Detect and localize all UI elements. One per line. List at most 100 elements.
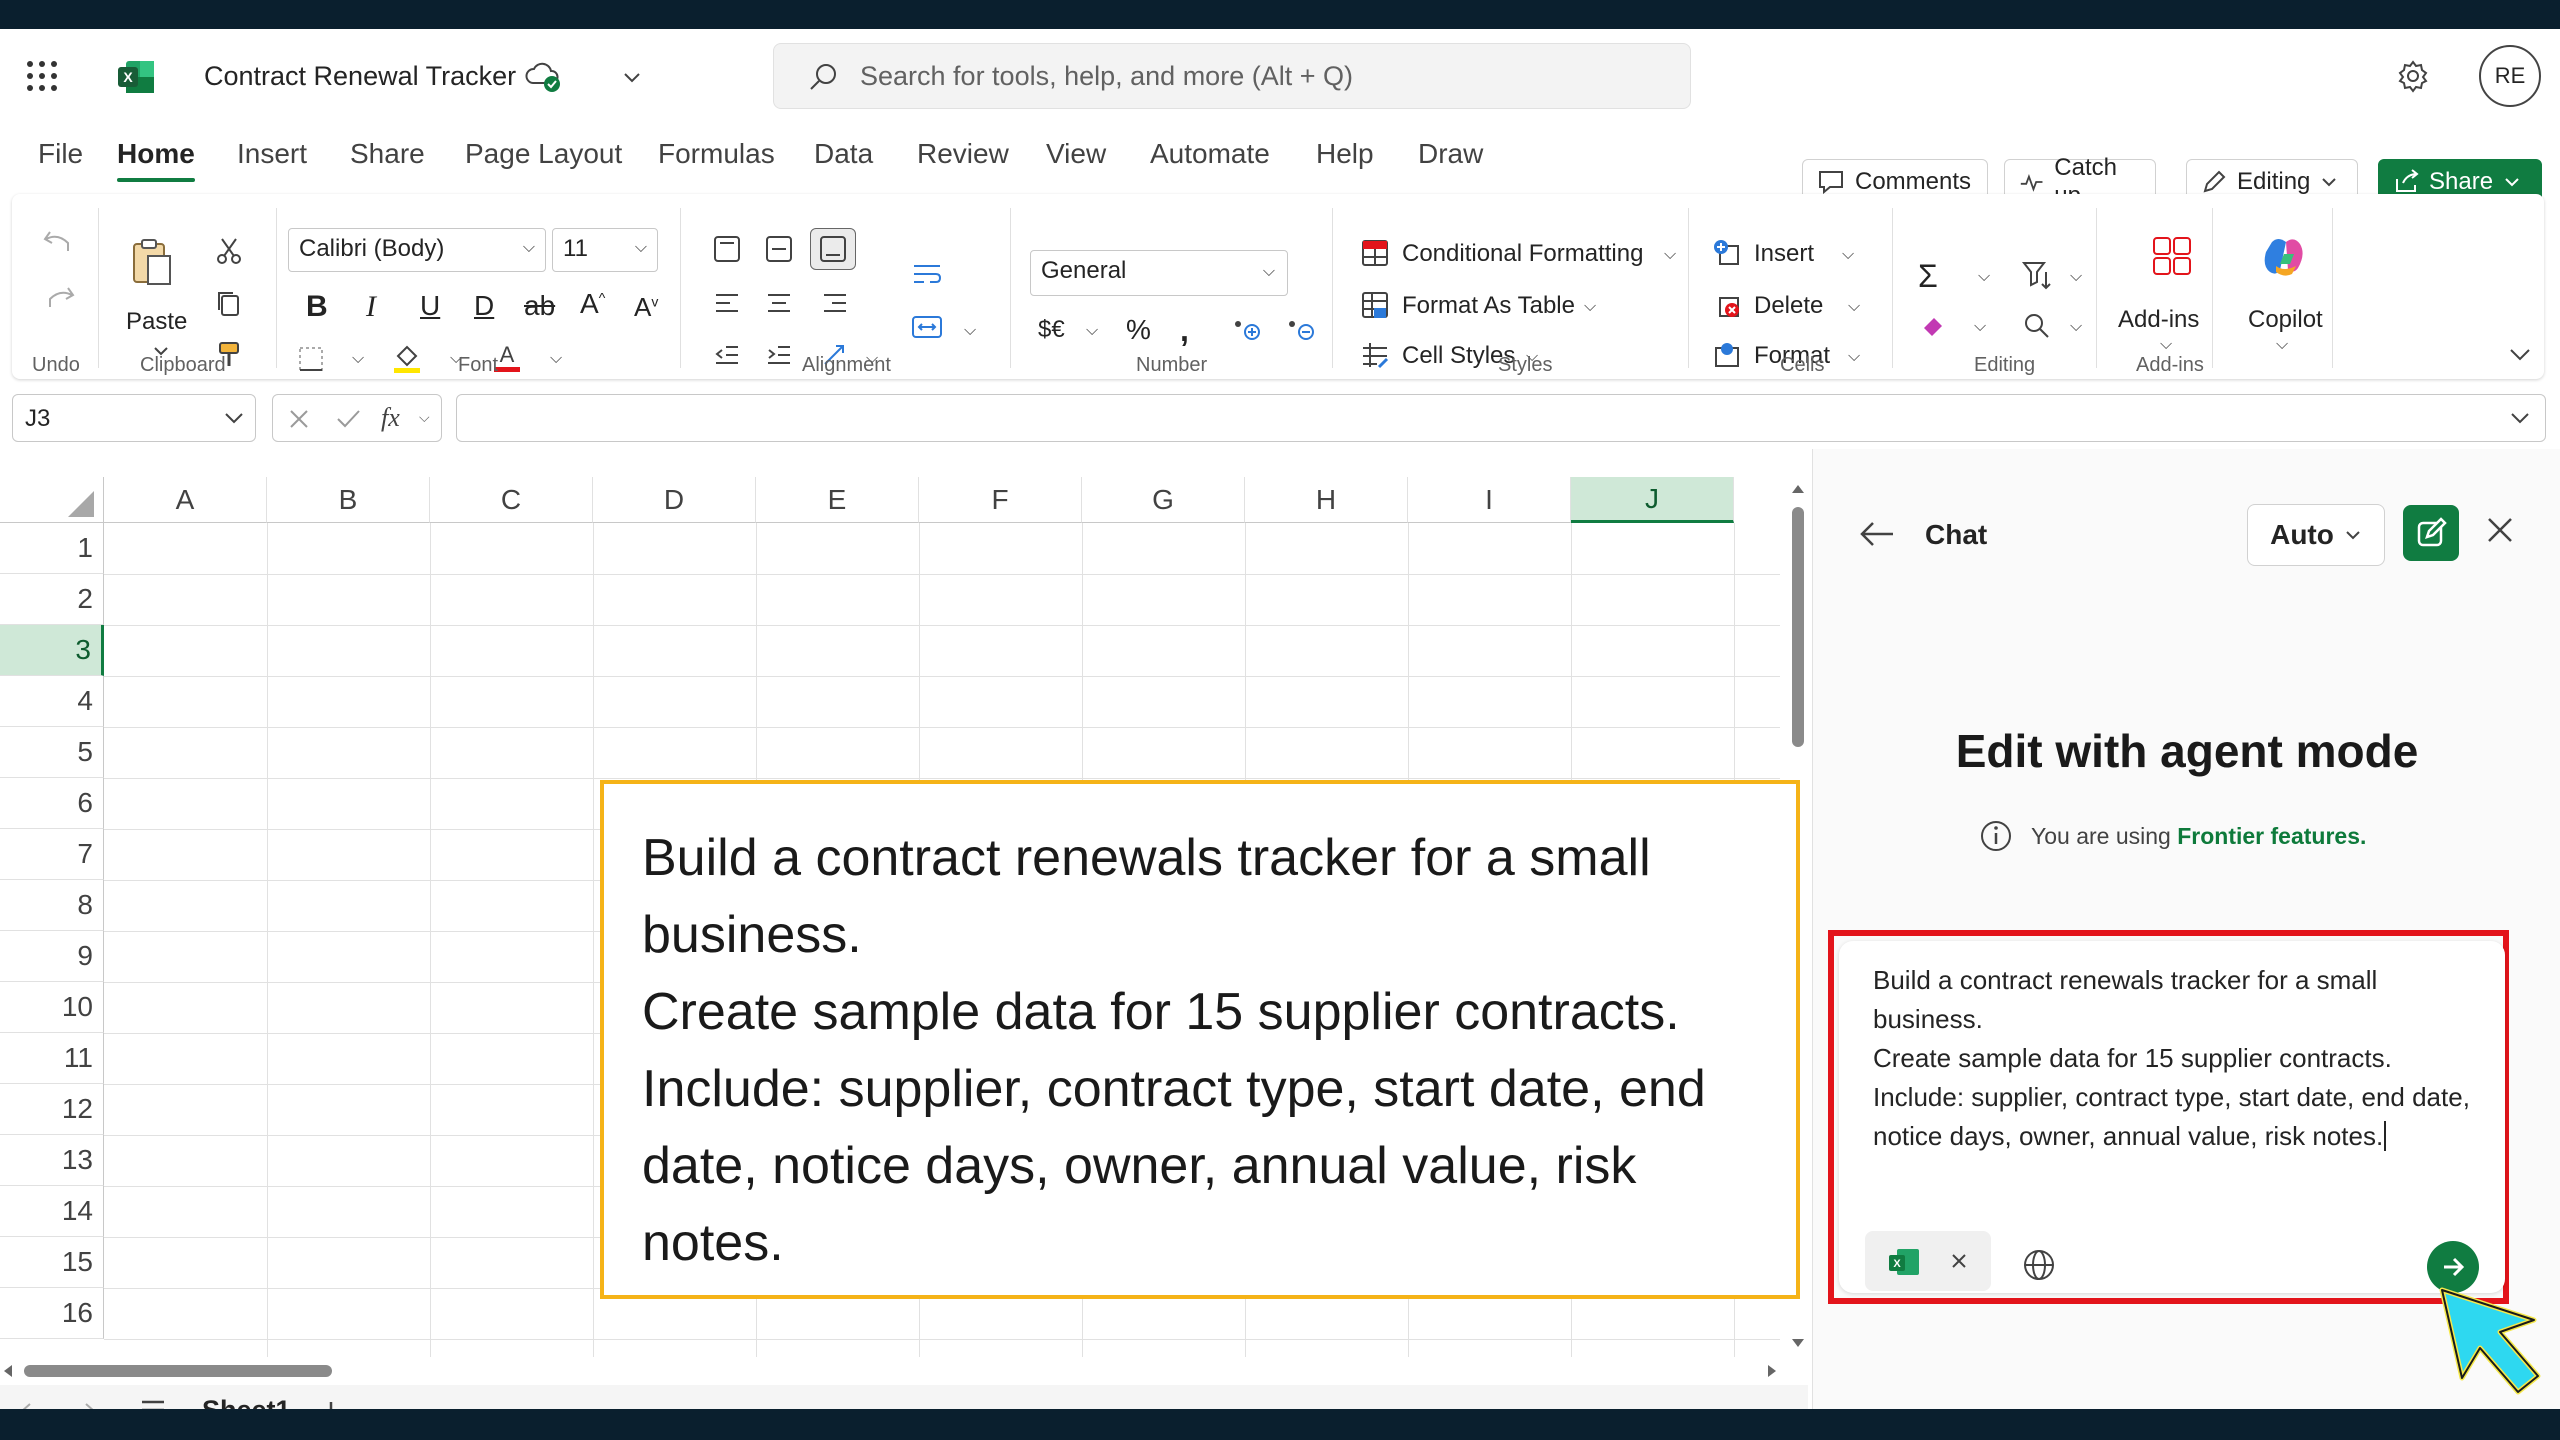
chevron-down-icon[interactable] <box>620 65 644 89</box>
row-header-8[interactable]: 8 <box>0 880 104 931</box>
chat-input-text[interactable]: Build a contract renewals tracker for a … <box>1873 961 2473 1156</box>
number-format-dropdown[interactable]: General ⌵ <box>1030 250 1288 296</box>
search-bar[interactable] <box>773 43 1691 109</box>
select-all-corner[interactable] <box>0 477 104 523</box>
row-header-6[interactable]: 6 <box>0 778 104 829</box>
bold-icon[interactable]: B <box>306 290 328 324</box>
autosum-icon[interactable]: Σ <box>1918 258 1938 295</box>
align-center-icon[interactable] <box>764 288 794 318</box>
scroll-up-icon[interactable] <box>1790 483 1806 495</box>
align-middle-icon[interactable] <box>764 234 794 264</box>
scroll-left-icon[interactable] <box>2 1363 14 1379</box>
decrease-font-icon[interactable]: Av <box>634 292 658 323</box>
chevron-down-icon[interactable]: ⌵ <box>1086 322 1098 340</box>
scroll-down-icon[interactable] <box>1790 1337 1806 1349</box>
column-header-e[interactable]: E <box>756 477 919 523</box>
name-box[interactable]: J3 <box>12 394 256 442</box>
merge-cells-icon[interactable] <box>910 312 944 342</box>
copilot-icon[interactable] <box>2262 234 2310 280</box>
horizontal-scrollbar[interactable] <box>0 1357 1780 1383</box>
insert-function-icon[interactable]: fx <box>381 403 400 433</box>
cancel-icon[interactable] <box>287 407 311 431</box>
row-header-5[interactable]: 5 <box>0 727 104 778</box>
previous-sheet-icon[interactable] <box>18 1401 34 1409</box>
copy-icon[interactable] <box>214 288 244 318</box>
gear-icon[interactable] <box>2396 59 2430 93</box>
row-header-15[interactable]: 15 <box>0 1237 104 1288</box>
globe-icon[interactable] <box>2021 1247 2057 1283</box>
paste-icon[interactable] <box>130 238 174 288</box>
column-header-h[interactable]: H <box>1245 477 1408 523</box>
borders-icon[interactable] <box>296 344 326 374</box>
align-top-icon[interactable] <box>712 234 742 264</box>
font-size-dropdown[interactable]: 11 ⌵ <box>552 228 658 272</box>
increase-decimal-icon[interactable] <box>1230 314 1264 344</box>
tab-review[interactable]: Review <box>917 138 1009 170</box>
row-header-13[interactable]: 13 <box>0 1135 104 1186</box>
clear-icon[interactable] <box>1918 310 1952 340</box>
column-header-j[interactable]: J <box>1571 477 1734 523</box>
chevron-down-icon[interactable]: ⌵ <box>352 350 364 368</box>
decrease-indent-icon[interactable] <box>712 340 742 370</box>
chevron-down-icon[interactable]: ⌵ <box>1848 298 1860 316</box>
undo-icon[interactable] <box>42 228 76 258</box>
tab-home[interactable]: Home <box>117 138 195 182</box>
row-header-1[interactable]: 1 <box>0 523 104 574</box>
chevron-down-icon[interactable]: ⌵ <box>2070 268 2082 286</box>
delete-cells-button[interactable]: Delete <box>1754 292 1823 320</box>
mode-dropdown[interactable]: Auto <box>2247 504 2385 566</box>
add-sheet-icon[interactable] <box>318 1399 344 1409</box>
conditional-formatting-button[interactable]: Conditional Formatting <box>1402 240 1643 268</box>
app-launcher-icon[interactable] <box>27 61 57 91</box>
tab-file[interactable]: File <box>38 138 83 170</box>
tab-draw[interactable]: Draw <box>1418 138 1483 170</box>
cloud-saved-icon[interactable] <box>524 61 562 93</box>
formula-input[interactable] <box>456 394 2546 442</box>
row-header-12[interactable]: 12 <box>0 1084 104 1135</box>
document-title[interactable]: Contract Renewal Tracker <box>204 61 516 92</box>
tab-insert[interactable]: Insert <box>237 138 307 170</box>
column-header-g[interactable]: G <box>1082 477 1245 523</box>
chevron-down-icon[interactable]: ⌵ <box>1848 348 1860 366</box>
tab-data[interactable]: Data <box>814 138 873 170</box>
add-ins-icon[interactable] <box>2150 234 2194 278</box>
align-bottom-button[interactable] <box>810 228 856 270</box>
new-chat-button[interactable] <box>2403 505 2459 561</box>
horizontal-scroll-thumb[interactable] <box>24 1365 332 1377</box>
back-arrow-icon[interactable] <box>1859 519 1895 549</box>
redo-icon[interactable] <box>42 284 76 314</box>
chevron-down-icon[interactable]: ⌵ <box>2276 336 2288 354</box>
ribbon-expand-icon[interactable] <box>2508 344 2532 364</box>
underline-icon[interactable]: U <box>420 290 440 322</box>
find-icon[interactable] <box>2020 310 2054 340</box>
row-header-4[interactable]: 4 <box>0 676 104 727</box>
italic-icon[interactable]: I <box>366 290 376 324</box>
search-input[interactable] <box>860 56 1660 96</box>
remove-context-icon[interactable] <box>1949 1251 1969 1271</box>
column-header-d[interactable]: D <box>593 477 756 523</box>
chevron-down-icon[interactable]: ⌵ <box>1974 318 1986 336</box>
enter-check-icon[interactable] <box>335 407 361 431</box>
tab-view[interactable]: View <box>1046 138 1106 170</box>
comma-style-icon[interactable]: , <box>1180 312 1189 349</box>
format-as-table-button[interactable]: Format As Table <box>1402 292 1575 320</box>
row-header-2[interactable]: 2 <box>0 574 104 625</box>
tab-share[interactable]: Share <box>350 138 425 170</box>
column-header-b[interactable]: B <box>267 477 430 523</box>
column-header-f[interactable]: F <box>919 477 1082 523</box>
strikethrough-icon[interactable]: ab <box>524 290 555 322</box>
insert-cells-button[interactable]: Insert <box>1754 240 1814 268</box>
expand-formula-icon[interactable] <box>2509 409 2531 427</box>
all-sheets-menu-icon[interactable] <box>140 1399 166 1409</box>
tab-formulas[interactable]: Formulas <box>658 138 775 170</box>
avatar[interactable]: RE <box>2479 45 2541 107</box>
increase-indent-icon[interactable] <box>764 340 794 370</box>
vertical-scroll-thumb[interactable] <box>1792 507 1804 747</box>
fill-color-icon[interactable] <box>390 340 424 374</box>
row-header-16[interactable]: 16 <box>0 1288 104 1339</box>
tab-help[interactable]: Help <box>1316 138 1374 170</box>
tab-page-layout[interactable]: Page Layout <box>465 138 622 170</box>
chevron-down-icon[interactable]: ⌵ <box>964 322 976 340</box>
sheet-tab-sheet1[interactable]: Sheet1 <box>202 1395 291 1409</box>
double-underline-icon[interactable]: D <box>474 290 494 322</box>
